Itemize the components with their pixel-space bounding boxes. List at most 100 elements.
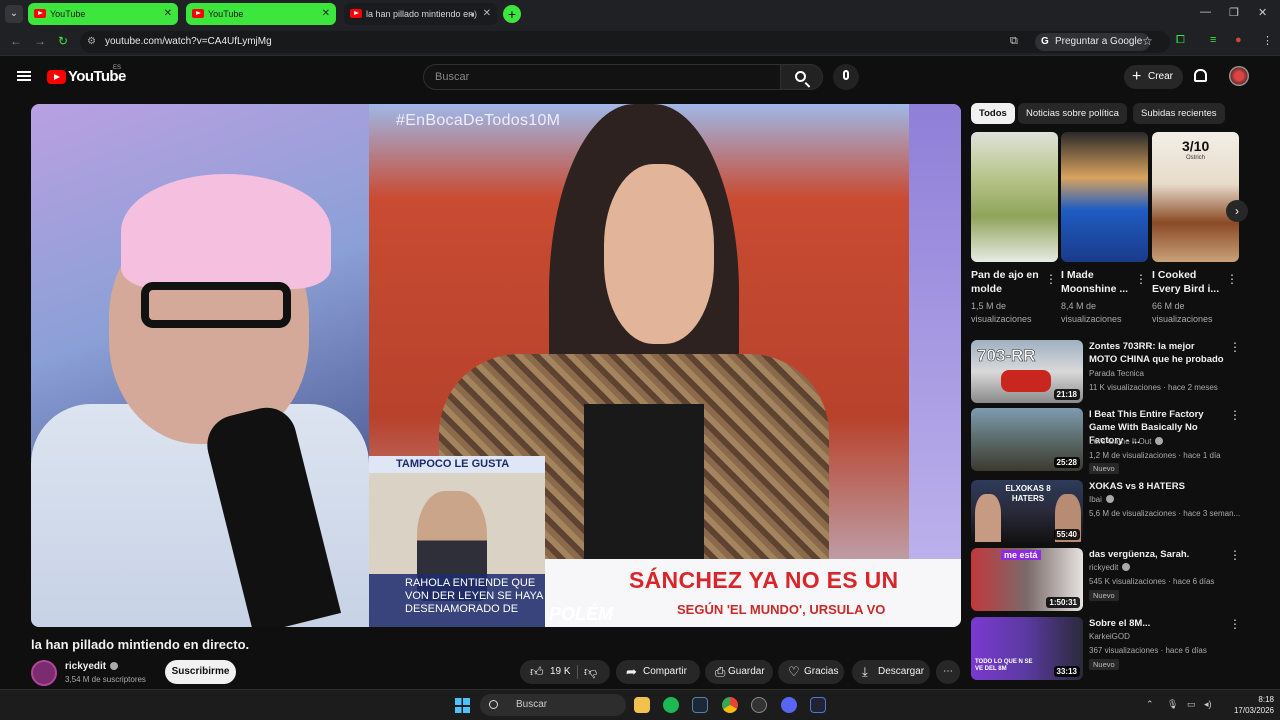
short-item[interactable]: Pan de ajo en molde 1,5 M de visualizaci…: [971, 132, 1058, 324]
recommendation-item[interactable]: TODO LO QUE N SE VE DEL 8M 33:13 Sobre e…: [971, 617, 1241, 681]
chip-all[interactable]: Todos: [971, 103, 1015, 124]
video-meta: 11 K visualizaciones · hace 2 meses: [1089, 383, 1218, 392]
video-menu-icon[interactable]: ⋮: [1229, 617, 1241, 631]
short-item[interactable]: I Made Moonshine ... 8,4 M de visualizac…: [1061, 132, 1148, 324]
like-count: 19 K: [550, 666, 571, 677]
tab-active-video[interactable]: la han pillado mintiendo en ◂) ✕: [344, 3, 497, 25]
channel-avatar[interactable]: [31, 660, 57, 686]
new-tab-button[interactable]: +: [503, 5, 521, 23]
system-clock[interactable]: 8:18 17/03/2026: [1224, 694, 1274, 716]
close-tab-icon[interactable]: ✕: [164, 3, 172, 25]
bookmark-star-icon[interactable]: ☆: [1142, 34, 1153, 48]
video-menu-icon[interactable]: ⋮: [1229, 340, 1241, 354]
youtube-favicon-icon: [34, 9, 46, 18]
search-input[interactable]: Buscar: [423, 64, 781, 90]
video-meta: 5,6 M de visualizaciones · hace 3 seman.…: [1089, 509, 1241, 518]
recommendation-item[interactable]: me está 1:50:31 das vergüenza, Sarah. ri…: [971, 548, 1241, 612]
thumb-text: ELXOKAS 8 HATERS: [1005, 484, 1051, 503]
tray-overflow-icon[interactable]: ⌃: [1146, 699, 1154, 710]
address-bar[interactable]: ⚙ youtube.com/watch?v=CA4UfLymjMg ⧉ G Pr…: [80, 31, 1170, 53]
reload-icon[interactable]: ↻: [58, 34, 68, 48]
cast-icon[interactable]: ⧉: [1010, 35, 1018, 48]
youtube-header: YouTube ES Buscar + Crear: [0, 56, 1280, 100]
close-tab-icon[interactable]: ✕: [322, 3, 330, 25]
browser-menu-icon[interactable]: ⋮: [1262, 34, 1273, 47]
tab-youtube-1[interactable]: YouTube ✕: [28, 3, 178, 25]
shorts-next-icon[interactable]: ›: [1226, 200, 1248, 222]
app-icon[interactable]: [810, 697, 826, 713]
share-button[interactable]: ➦ Compartir: [616, 660, 700, 684]
windows-start-icon[interactable]: [455, 698, 470, 713]
thanks-icon: ♡: [788, 664, 800, 679]
bookmark-icon: ⎙: [715, 664, 726, 679]
save-button[interactable]: ⎙ Guardar: [705, 660, 773, 684]
back-icon[interactable]: ←: [10, 34, 22, 48]
video-player[interactable]: #EnBocaDeTodos10M TAMPOCO LE GUSTA RAHOL…: [31, 104, 961, 627]
thumb-person: [975, 494, 1001, 542]
create-button[interactable]: + Crear: [1124, 65, 1184, 89]
dislike-button[interactable]: 👎︎: [584, 660, 597, 684]
network-icon[interactable]: ▭: [1187, 699, 1196, 710]
discord-icon[interactable]: [781, 697, 797, 713]
recommendation-item[interactable]: 703-RR 21:18 Zontes 703RR: la mejor MOTO…: [971, 340, 1241, 404]
short-menu-icon[interactable]: ⋮: [1226, 272, 1238, 286]
short-item[interactable]: 3/10 Ostrich I Cooked Every Bird i... 66…: [1152, 132, 1239, 324]
app-icon[interactable]: [751, 697, 767, 713]
tab-search-icon[interactable]: ≡: [1210, 34, 1216, 46]
microphone-icon: [843, 70, 849, 80]
tv-headline: SÁNCHEZ YA NO ES UN: [629, 567, 899, 593]
mic-tray-icon[interactable]: 🎙︎: [1167, 699, 1178, 710]
new-badge: Nuevo: [1089, 590, 1119, 601]
short-views: 66 M de visualizaciones: [1152, 301, 1213, 324]
chrome-icon[interactable]: [722, 697, 738, 713]
chip-politics-news[interactable]: Noticias sobre política: [1018, 103, 1127, 124]
clock-date: 17/03/2026: [1233, 706, 1274, 715]
channel-name: rickyedit: [1089, 563, 1131, 572]
taskbar-search-label: Buscar: [516, 699, 548, 710]
steam-icon[interactable]: [692, 697, 708, 713]
guide-menu-icon[interactable]: [17, 71, 31, 81]
like-button[interactable]: 👍︎: [530, 660, 544, 684]
profile-icon[interactable]: ●: [1235, 34, 1242, 46]
tv-hashtag: #EnBocaDeTodos10M: [396, 112, 561, 129]
tab-youtube-2[interactable]: YouTube ✕: [186, 3, 336, 25]
tab-list-button[interactable]: ⌄: [5, 5, 23, 23]
video-menu-icon[interactable]: ⋮: [1229, 408, 1241, 422]
video-menu-icon[interactable]: ⋮: [1229, 548, 1241, 562]
spotify-icon[interactable]: [663, 697, 679, 713]
recommendation-item[interactable]: 25:28 I Beat This Entire Factory Game Wi…: [971, 408, 1241, 474]
new-badge: Nuevo: [1089, 659, 1119, 670]
volume-icon[interactable]: ◂): [1204, 699, 1212, 710]
chip-recent-uploads[interactable]: Subidas recientes: [1133, 103, 1225, 124]
notifications-bell-icon[interactable]: [1194, 69, 1207, 82]
short-menu-icon[interactable]: ⋮: [1045, 272, 1057, 286]
taskbar-search[interactable]: Buscar: [480, 694, 626, 716]
channel-name-text: Ibai: [1089, 495, 1102, 504]
more-actions-button[interactable]: ⋯: [936, 660, 960, 684]
account-avatar[interactable]: [1229, 66, 1249, 86]
voice-search-button[interactable]: [833, 64, 859, 90]
extensions-icon[interactable]: ⧠: [1176, 34, 1185, 47]
video-thumbnail: ELXOKAS 8 HATERS 55:40: [971, 480, 1083, 543]
thanks-button[interactable]: ♡ Gracias: [778, 660, 844, 684]
duration-badge: 1:50:31: [1046, 597, 1080, 608]
search-button[interactable]: [781, 64, 823, 90]
search-icon: [795, 71, 806, 82]
file-explorer-icon[interactable]: [634, 697, 650, 713]
channel-name[interactable]: rickyedit: [65, 661, 119, 672]
subscribe-button[interactable]: Suscribirme: [165, 660, 236, 684]
minimize-icon[interactable]: —: [1200, 6, 1211, 18]
forward-icon[interactable]: →: [34, 34, 46, 48]
video-thumbnail: me está 1:50:31: [971, 548, 1083, 611]
ask-google-button[interactable]: G Preguntar a Google: [1035, 33, 1151, 51]
like-divider: [577, 665, 578, 679]
download-button[interactable]: ⤓ Descargar: [852, 660, 930, 684]
restore-icon[interactable]: ❐: [1229, 6, 1239, 19]
close-window-icon[interactable]: ✕: [1258, 6, 1267, 19]
new-badge: Nuevo: [1089, 463, 1119, 474]
close-tab-icon[interactable]: ✕: [483, 3, 491, 25]
short-menu-icon[interactable]: ⋮: [1135, 272, 1147, 286]
recommendation-item[interactable]: ELXOKAS 8 HATERS 55:40 XOKAS vs 8 HATERS…: [971, 480, 1241, 544]
audio-playing-icon[interactable]: ◂): [469, 3, 477, 25]
site-info-icon[interactable]: ⚙: [87, 36, 96, 47]
